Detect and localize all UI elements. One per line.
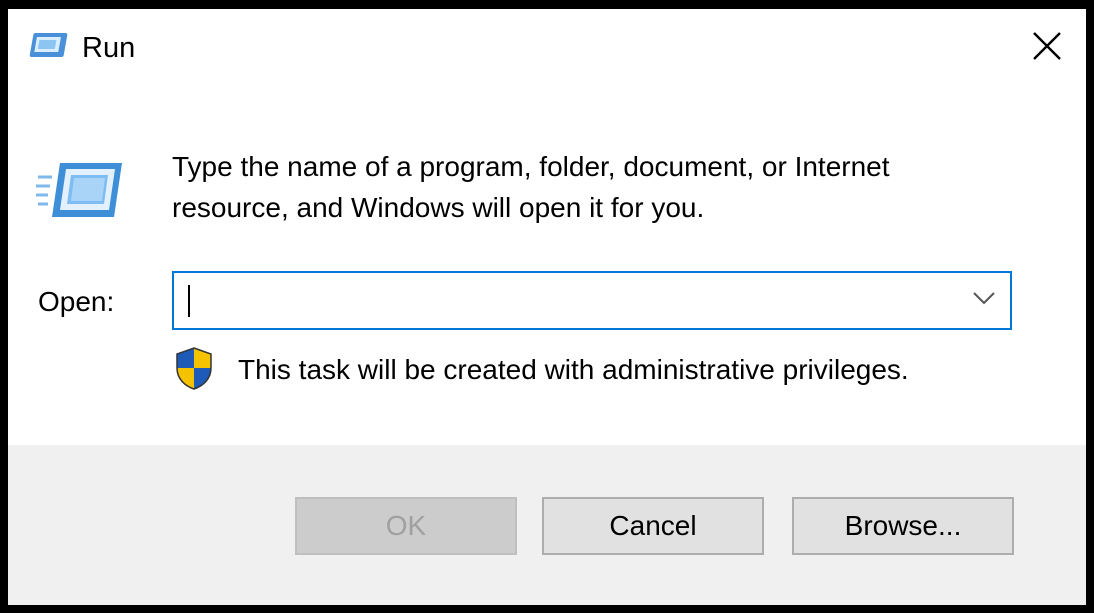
admin-privileges-text: This task will be created with administr… (238, 354, 909, 385)
button-bar: OK Cancel Browse... (8, 445, 1086, 605)
run-icon (36, 159, 124, 221)
browse-button[interactable]: Browse... (792, 497, 1014, 555)
run-dialog: Run Type the name of a program, folder, … (8, 9, 1086, 605)
dialog-content: Type the name of a program, folder, docu… (8, 89, 1086, 445)
window-title: Run (82, 32, 136, 64)
run-icon (28, 31, 70, 61)
instruction-line-2: resource, and Windows will open it for y… (172, 192, 705, 223)
cancel-button[interactable]: Cancel (542, 497, 764, 555)
ok-button[interactable]: OK (295, 497, 517, 555)
chevron-down-icon (972, 291, 996, 310)
open-label: Open: (38, 286, 115, 317)
uac-shield-icon (174, 346, 214, 390)
open-input[interactable] (174, 273, 954, 328)
instruction-line-1: Type the name of a program, folder, docu… (172, 151, 890, 182)
title-bar[interactable]: Run (8, 9, 1086, 89)
close-button[interactable] (1018, 19, 1076, 77)
open-combobox[interactable] (172, 271, 1012, 330)
close-icon (1032, 31, 1062, 66)
open-dropdown-button[interactable] (958, 273, 1010, 328)
instruction-text: Type the name of a program, folder, docu… (172, 146, 1032, 228)
text-caret (188, 285, 190, 317)
